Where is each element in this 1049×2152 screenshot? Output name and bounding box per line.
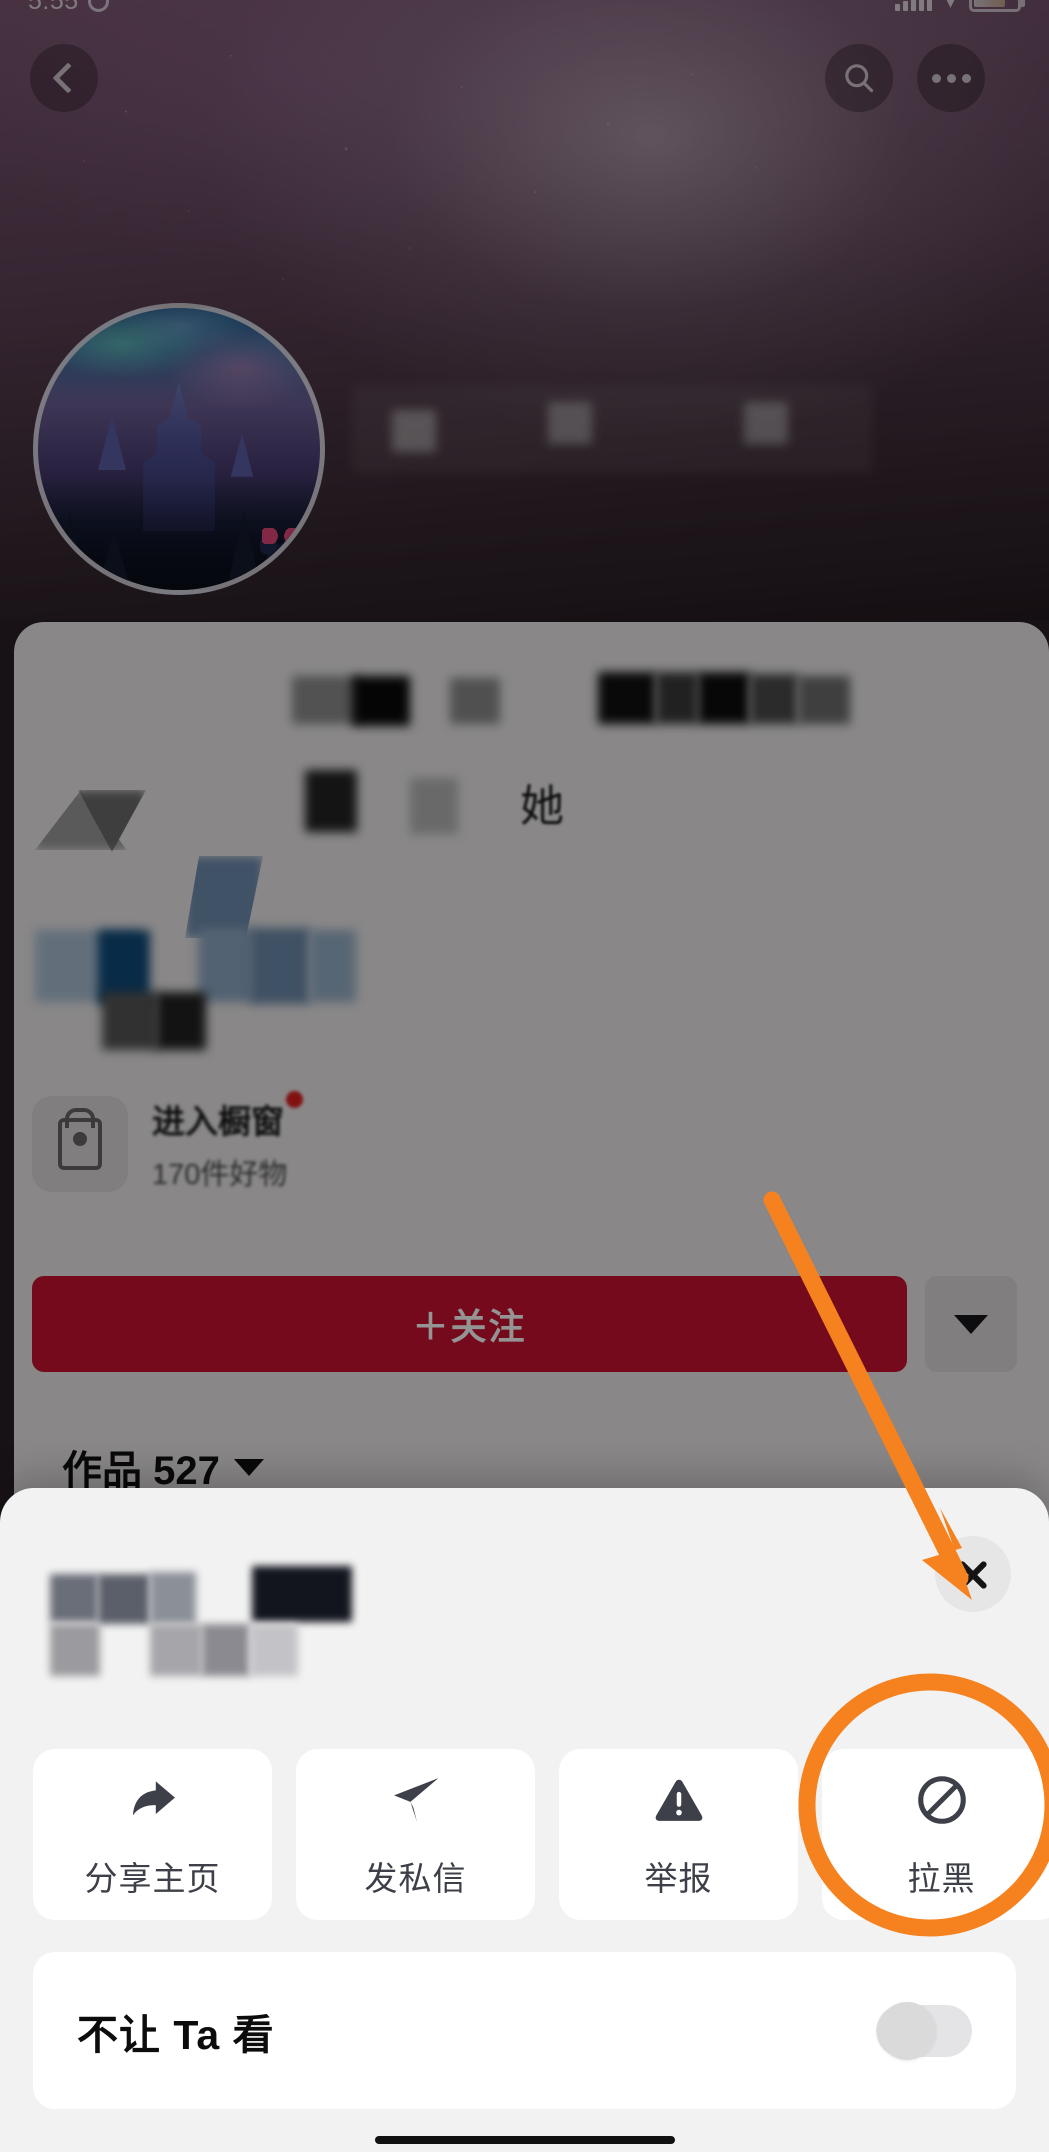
action-label: 拉黑 xyxy=(907,1859,976,1897)
hide-from-user-label: 不让 Ta 看 xyxy=(77,2011,275,2058)
sheet-username-redacted xyxy=(150,1624,202,1676)
location-redacted-block xyxy=(250,928,310,1004)
share-homepage-button[interactable]: 分享主页 xyxy=(33,1749,272,1920)
location-redacted-block xyxy=(102,992,158,1050)
id-redacted-block xyxy=(305,770,357,832)
signal-bars-icon xyxy=(894,0,932,11)
profile-info-panel xyxy=(14,622,1049,1522)
close-icon xyxy=(955,1556,991,1592)
username-redacted-block xyxy=(450,678,500,724)
hide-from-user-row[interactable]: 不让 Ta 看 xyxy=(33,1952,1016,2109)
action-sheet-header xyxy=(0,1488,1049,1734)
phone-screen: 5:55 ▾ 她 进入橱窗 170件好物 ＋关注 作品 527 分享主页 发私信… xyxy=(0,0,1049,2152)
username-redacted-block xyxy=(352,676,410,726)
report-button[interactable]: 举报 xyxy=(559,1749,798,1920)
status-time: 5:55 xyxy=(28,0,79,15)
status-bar-right: ▾ xyxy=(894,0,1025,13)
username-redacted-block xyxy=(750,674,798,724)
moon-icon xyxy=(87,0,109,12)
status-bar: 5:55 ▾ xyxy=(0,0,1049,18)
home-indicator xyxy=(374,2136,675,2144)
chevron-down-icon xyxy=(233,1458,264,1476)
username-redacted-block xyxy=(598,672,656,724)
username-redacted-block xyxy=(292,676,360,724)
location-redacted-block xyxy=(156,992,206,1050)
search-icon xyxy=(845,64,874,93)
battery-icon xyxy=(969,0,1025,12)
shop-title: 进入橱窗 xyxy=(152,1091,304,1143)
sheet-username-redacted xyxy=(150,1572,196,1624)
sheet-username-redacted xyxy=(202,1624,250,1676)
shop-entry[interactable]: 进入橱窗 170件好物 xyxy=(32,1091,304,1193)
share-arrow-icon xyxy=(123,1770,183,1830)
avatar[interactable] xyxy=(33,303,325,595)
avatar-tree xyxy=(96,530,132,590)
username-redacted-block xyxy=(656,672,698,724)
action-label: 分享主页 xyxy=(84,1859,221,1897)
avatar-bow-icon xyxy=(262,528,300,544)
cover-redacted-block xyxy=(548,402,592,444)
action-sheet: 分享主页 发私信 举报 拉黑 不让 Ta 看 xyxy=(0,1488,1049,2152)
location-redacted-block xyxy=(310,930,356,1002)
cover-redacted-block xyxy=(392,410,436,452)
cover-redacted-block xyxy=(744,402,788,444)
shopping-bag-icon xyxy=(58,1118,102,1170)
gender-label: 她 xyxy=(520,782,564,831)
sheet-username-redacted xyxy=(98,1574,150,1624)
chevron-left-icon xyxy=(51,62,84,94)
warning-triangle-icon xyxy=(650,1770,708,1830)
location-redacted-block xyxy=(198,928,254,1002)
avatar-tree xyxy=(52,510,88,590)
paper-plane-icon xyxy=(387,1770,445,1830)
shopping-bag-icon-wrap xyxy=(32,1096,128,1192)
block-button[interactable]: 拉黑 xyxy=(822,1749,1049,1920)
hide-from-user-toggle[interactable] xyxy=(876,2001,972,2060)
shop-texts: 进入橱窗 170件好物 xyxy=(152,1091,304,1193)
action-label: 举报 xyxy=(644,1859,713,1897)
search-button[interactable] xyxy=(825,44,893,112)
close-button[interactable] xyxy=(935,1536,1011,1612)
sheet-username-redacted xyxy=(252,1566,352,1622)
avatar-tree xyxy=(226,510,262,590)
send-message-button[interactable]: 发私信 xyxy=(296,1749,535,1920)
status-bar-left: 5:55 xyxy=(28,0,109,16)
follow-more-button[interactable] xyxy=(925,1276,1017,1372)
sheet-username-redacted xyxy=(50,1624,100,1676)
back-button[interactable] xyxy=(30,44,98,112)
follow-row: ＋关注 xyxy=(32,1276,1017,1372)
more-dots-icon xyxy=(931,73,971,83)
block-prohibition-icon xyxy=(913,1770,971,1830)
avatar-spire xyxy=(98,416,126,470)
wifi-icon: ▾ xyxy=(944,0,956,13)
sheet-username-redacted xyxy=(250,1624,298,1676)
action-label: 发私信 xyxy=(364,1859,467,1897)
sheet-username-redacted xyxy=(50,1574,98,1622)
shop-subtitle: 170件好物 xyxy=(152,1159,288,1191)
avatar-spire xyxy=(230,433,254,477)
chevron-down-icon xyxy=(954,1314,988,1334)
username-redacted-block xyxy=(798,676,850,724)
username-redacted-block xyxy=(698,672,750,724)
more-button[interactable] xyxy=(917,44,985,112)
id-redacted-block xyxy=(410,778,458,834)
action-cards: 分享主页 发私信 举报 拉黑 xyxy=(33,1749,1049,1920)
follow-button[interactable]: ＋关注 xyxy=(32,1276,907,1372)
toggle-knob xyxy=(878,2001,936,2060)
